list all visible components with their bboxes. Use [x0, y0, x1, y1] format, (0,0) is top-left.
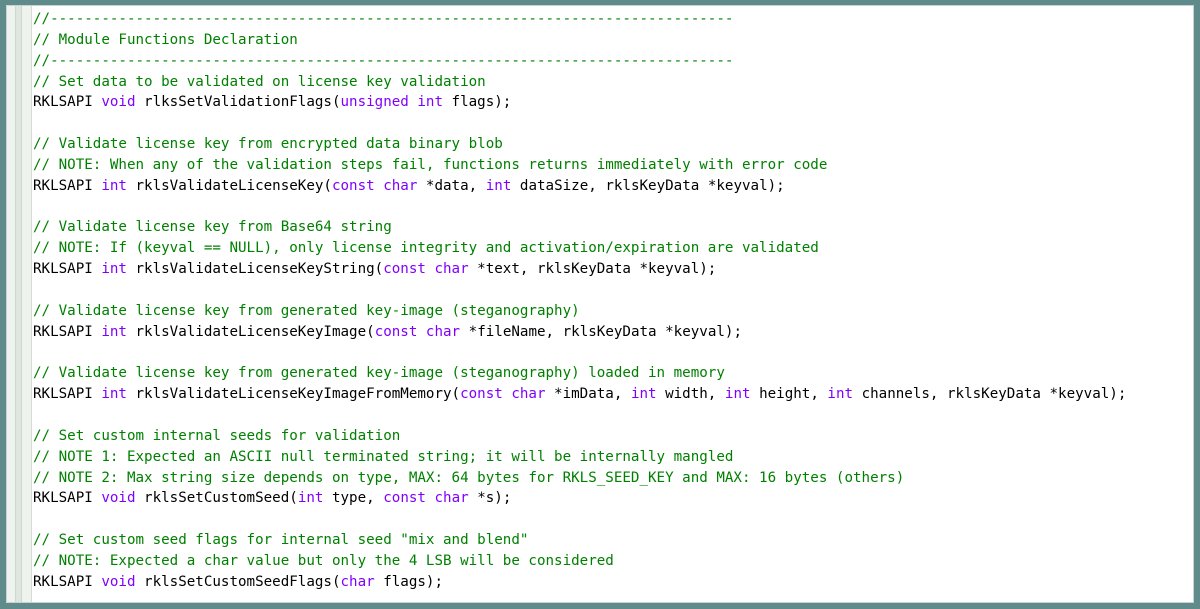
code-text: rklsValidateLicenseKey( [126, 177, 332, 194]
code-keyword: void [101, 94, 136, 111]
code-keyword: const char [374, 323, 461, 340]
code-keyword: unsigned int [340, 94, 444, 111]
code-text: RKLSAPI [33, 386, 102, 403]
code-text: rklsValidateLicenseKeyImageFromMemory( [126, 386, 461, 403]
code-line[interactable]: //--------------------------------------… [33, 9, 1126, 30]
code-comment: // NOTE: When any of the validation step… [33, 156, 828, 173]
code-text: flags); [443, 94, 512, 111]
code-text: *imData, [545, 386, 631, 403]
code-text: RKLSAPI [33, 490, 102, 507]
code-comment: // Validate license key from encrypted d… [33, 136, 503, 153]
code-text: rklsSetCustomSeed( [135, 490, 298, 507]
code-text: type, [323, 490, 384, 507]
code-text: *fileName, rklsKeyData *keyval); [460, 323, 742, 340]
code-text: height, [750, 386, 828, 403]
code-line[interactable] [33, 113, 1126, 134]
code-keyword: const char [460, 386, 546, 403]
code-text: dataSize, rklsKeyData *keyval); [511, 177, 785, 194]
code-line[interactable]: // NOTE: If (keyval == NULL), only licen… [33, 238, 1126, 259]
code-comment: // Set data to be validated on license k… [33, 73, 486, 90]
code-line[interactable]: // NOTE: Expected a char value but only … [33, 551, 1126, 572]
code-line[interactable]: // NOTE 2: Max string size depends on ty… [33, 468, 1126, 489]
code-keyword: const char [383, 490, 469, 507]
code-text: rklsValidateLicenseKeyImage( [126, 323, 375, 340]
code-comment: //--------------------------------------… [33, 52, 734, 69]
code-comment: // NOTE 1: Expected an ASCII null termin… [33, 448, 734, 465]
code-keyword: int [724, 386, 751, 403]
code-comment: // NOTE 2: Max string size depends on ty… [33, 469, 905, 486]
code-text: *data, [417, 177, 486, 194]
code-line[interactable]: // NOTE 1: Expected an ASCII null termin… [33, 447, 1126, 468]
code-area[interactable]: //--------------------------------------… [33, 9, 1126, 593]
code-text: *s); [468, 490, 512, 507]
code-line[interactable] [33, 197, 1126, 218]
code-keyword: const char [383, 261, 469, 278]
code-text: channels, rklsKeyData *keyval); [853, 386, 1127, 403]
code-line[interactable]: RKLSAPI int rklsValidateLicenseKeyImageF… [33, 384, 1126, 405]
code-line[interactable]: // Validate license key from generated k… [33, 301, 1126, 322]
code-comment: //--------------------------------------… [33, 11, 734, 27]
code-text: RKLSAPI [33, 177, 102, 194]
code-text: RKLSAPI [33, 323, 102, 340]
code-comment: // Validate license key from generated k… [33, 302, 580, 319]
code-comment: // NOTE: Expected a char value but only … [33, 552, 614, 569]
code-comment: // Module Functions Declaration [33, 31, 298, 48]
code-text: RKLSAPI [33, 573, 102, 590]
code-line[interactable]: RKLSAPI int rklsValidateLicenseKey(const… [33, 176, 1126, 197]
code-comment: // Set custom seed flags for internal se… [33, 532, 529, 549]
code-keyword: int [485, 177, 512, 194]
code-keyword: void [101, 573, 136, 590]
code-line[interactable] [33, 509, 1126, 530]
code-line[interactable]: RKLSAPI void rklsSetCustomSeedFlags(char… [33, 572, 1126, 593]
code-text: rklsValidateLicenseKeyString( [126, 261, 384, 278]
code-comment: // Validate license key from Base64 stri… [33, 219, 392, 236]
code-line[interactable]: // Validate license key from generated k… [33, 363, 1126, 384]
code-keyword: int [827, 386, 854, 403]
code-keyword: int [101, 177, 127, 194]
code-text: flags); [374, 573, 444, 590]
code-line[interactable]: //--------------------------------------… [33, 51, 1126, 72]
code-text: rlksSetValidationFlags( [135, 94, 341, 111]
fold-margin-bar [15, 6, 22, 602]
code-line[interactable]: // Set custom internal seeds for validat… [33, 426, 1126, 447]
code-text: RKLSAPI [33, 261, 102, 278]
code-comment: // NOTE: If (keyval == NULL), only licen… [33, 240, 819, 257]
fold-gutter [7, 6, 32, 602]
code-keyword: int [101, 261, 127, 278]
code-keyword: int [101, 323, 127, 340]
code-line[interactable]: // Set custom seed flags for internal se… [33, 530, 1126, 551]
code-keyword: void [101, 490, 136, 507]
code-keyword: int [101, 386, 127, 403]
code-line[interactable]: // Validate license key from Base64 stri… [33, 217, 1126, 238]
code-line[interactable]: RKLSAPI int rklsValidateLicenseKeyImage(… [33, 322, 1126, 343]
code-line[interactable]: RKLSAPI int rklsValidateLicenseKeyString… [33, 259, 1126, 280]
code-text: RKLSAPI [33, 94, 102, 111]
code-keyword: int [630, 386, 657, 403]
code-line[interactable] [33, 405, 1126, 426]
code-line[interactable]: RKLSAPI void rklsSetCustomSeed(int type,… [33, 488, 1126, 509]
code-line[interactable]: RKLSAPI void rlksSetValidationFlags(unsi… [33, 92, 1126, 113]
code-text: rklsSetCustomSeedFlags( [135, 573, 341, 590]
code-line[interactable] [33, 343, 1126, 364]
code-line[interactable]: // Set data to be validated on license k… [33, 72, 1126, 93]
code-line[interactable]: // NOTE: When any of the validation step… [33, 155, 1126, 176]
code-text: width, [656, 386, 725, 403]
code-editor[interactable]: //--------------------------------------… [6, 5, 1194, 603]
code-comment: // Set custom internal seeds for validat… [33, 427, 401, 444]
code-text: *text, rklsKeyData *keyval); [468, 261, 717, 278]
code-keyword: char [340, 573, 375, 590]
code-line[interactable]: // Module Functions Declaration [33, 30, 1126, 51]
code-line[interactable]: // Validate license key from encrypted d… [33, 134, 1126, 155]
code-line[interactable] [33, 280, 1126, 301]
code-keyword: int [297, 490, 324, 507]
code-keyword: const char [331, 177, 418, 194]
code-comment: // Validate license key from generated k… [33, 365, 725, 382]
